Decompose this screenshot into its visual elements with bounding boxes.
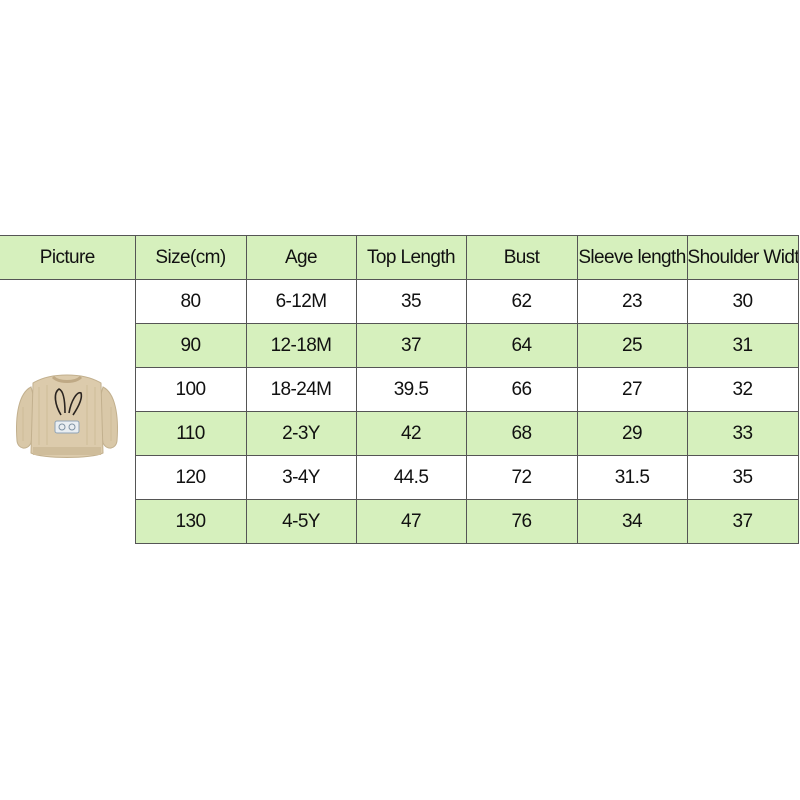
cell-sleeve-length: 25 xyxy=(576,323,688,368)
cell-shoulder-width: 35 xyxy=(686,455,799,500)
cell-sleeve-length: 29 xyxy=(576,411,688,456)
cell-age: 2-3Y xyxy=(245,411,357,456)
cell-top-length: 39.5 xyxy=(355,367,467,412)
cell-sleeve-length: 23 xyxy=(576,279,688,324)
cell-sleeve-length: 31.5 xyxy=(576,455,688,500)
cell-sleeve-length: 27 xyxy=(576,367,688,412)
cell-age: 12-18M xyxy=(245,323,357,368)
picture-cell xyxy=(0,279,136,544)
cell-top-length: 47 xyxy=(355,499,467,544)
cell-top-length: 37 xyxy=(355,323,467,368)
cell-bust: 76 xyxy=(465,499,578,544)
header-age: Age xyxy=(245,235,357,280)
header-picture: Picture xyxy=(0,235,136,280)
cell-top-length: 42 xyxy=(355,411,467,456)
cell-size: 120 xyxy=(134,455,247,500)
cell-age: 6-12M xyxy=(245,279,357,324)
cell-shoulder-width: 32 xyxy=(686,367,799,412)
header-row: Picture Size(cm) Age Top Length Bust Sle… xyxy=(0,235,799,280)
header-shoulder-width: Shoulder Width xyxy=(686,235,799,280)
cell-age: 18-24M xyxy=(245,367,357,412)
header-size: Size(cm) xyxy=(134,235,247,280)
header-sleeve-length: Sleeve length xyxy=(576,235,688,280)
cell-shoulder-width: 30 xyxy=(686,279,799,324)
cell-bust: 72 xyxy=(465,455,578,500)
cell-bust: 62 xyxy=(465,279,578,324)
cell-size: 100 xyxy=(134,367,247,412)
size-chart-page: Picture Size(cm) Age Top Length Bust Sle… xyxy=(0,0,800,800)
cell-size: 80 xyxy=(134,279,247,324)
cell-shoulder-width: 31 xyxy=(686,323,799,368)
header-top-length: Top Length xyxy=(355,235,467,280)
cell-size: 90 xyxy=(134,323,247,368)
cell-age: 4-5Y xyxy=(245,499,357,544)
cell-size: 110 xyxy=(134,411,247,456)
cell-sleeve-length: 34 xyxy=(576,499,688,544)
cell-top-length: 35 xyxy=(355,279,467,324)
cell-age: 3-4Y xyxy=(245,455,357,500)
size-chart-table: Picture Size(cm) Age Top Length Bust Sle… xyxy=(0,235,799,544)
header-bust: Bust xyxy=(465,235,578,280)
bunny-sweater-icon xyxy=(16,374,119,458)
cell-shoulder-width: 37 xyxy=(686,499,799,544)
cell-top-length: 44.5 xyxy=(355,455,467,500)
cell-size: 130 xyxy=(134,499,247,544)
cell-bust: 68 xyxy=(465,411,578,456)
cell-bust: 64 xyxy=(465,323,578,368)
table-row: 80 6-12M 35 62 23 30 xyxy=(0,279,799,544)
cell-shoulder-width: 33 xyxy=(686,411,799,456)
cell-bust: 66 xyxy=(465,367,578,412)
